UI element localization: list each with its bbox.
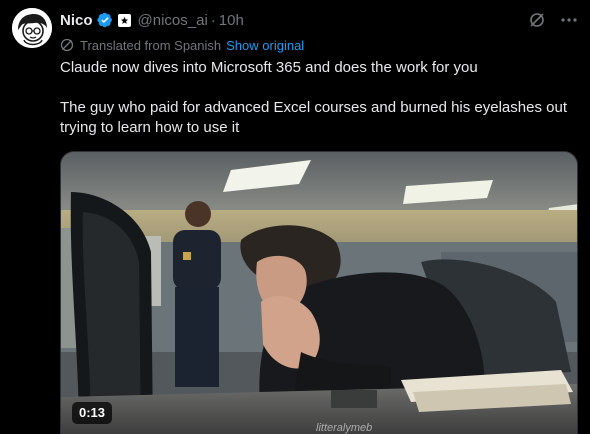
video-duration-badge: 0:13: [72, 402, 113, 424]
video-frame: [61, 152, 577, 434]
translation-bar: Translated from Spanish Show original: [60, 37, 304, 53]
translate-icon: [60, 38, 74, 52]
post-text-line: Claude now dives into Microsoft 365 and …: [60, 59, 478, 76]
grok-icon[interactable]: [528, 11, 546, 29]
avatar-illustration: [12, 8, 52, 48]
verified-badge-icon: [96, 12, 113, 28]
video-watermark: litteralymeb: [316, 422, 373, 434]
timestamp[interactable]: 10h: [219, 12, 244, 29]
post-text-line: The guy who paid for advanced Excel cour…: [60, 99, 567, 136]
post-header: Nico @nicos_ai · 10h: [60, 10, 244, 30]
affiliate-badge-icon: [117, 13, 131, 27]
avatar[interactable]: [12, 8, 52, 48]
post[interactable]: Nico @nicos_ai · 10h Translated from Spa…: [0, 0, 590, 434]
video-player[interactable]: [60, 151, 578, 434]
post-text: Claude now dives into Microsoft 365 and …: [60, 58, 580, 138]
separator-dot: ·: [210, 11, 216, 29]
author-name[interactable]: Nico: [60, 12, 93, 29]
translation-note: Translated from Spanish: [80, 37, 222, 53]
author-handle[interactable]: @nicos_ai: [138, 12, 208, 29]
more-icon[interactable]: [560, 11, 578, 29]
show-original-link[interactable]: Show original: [226, 38, 304, 53]
post-actions-top: [528, 10, 578, 30]
